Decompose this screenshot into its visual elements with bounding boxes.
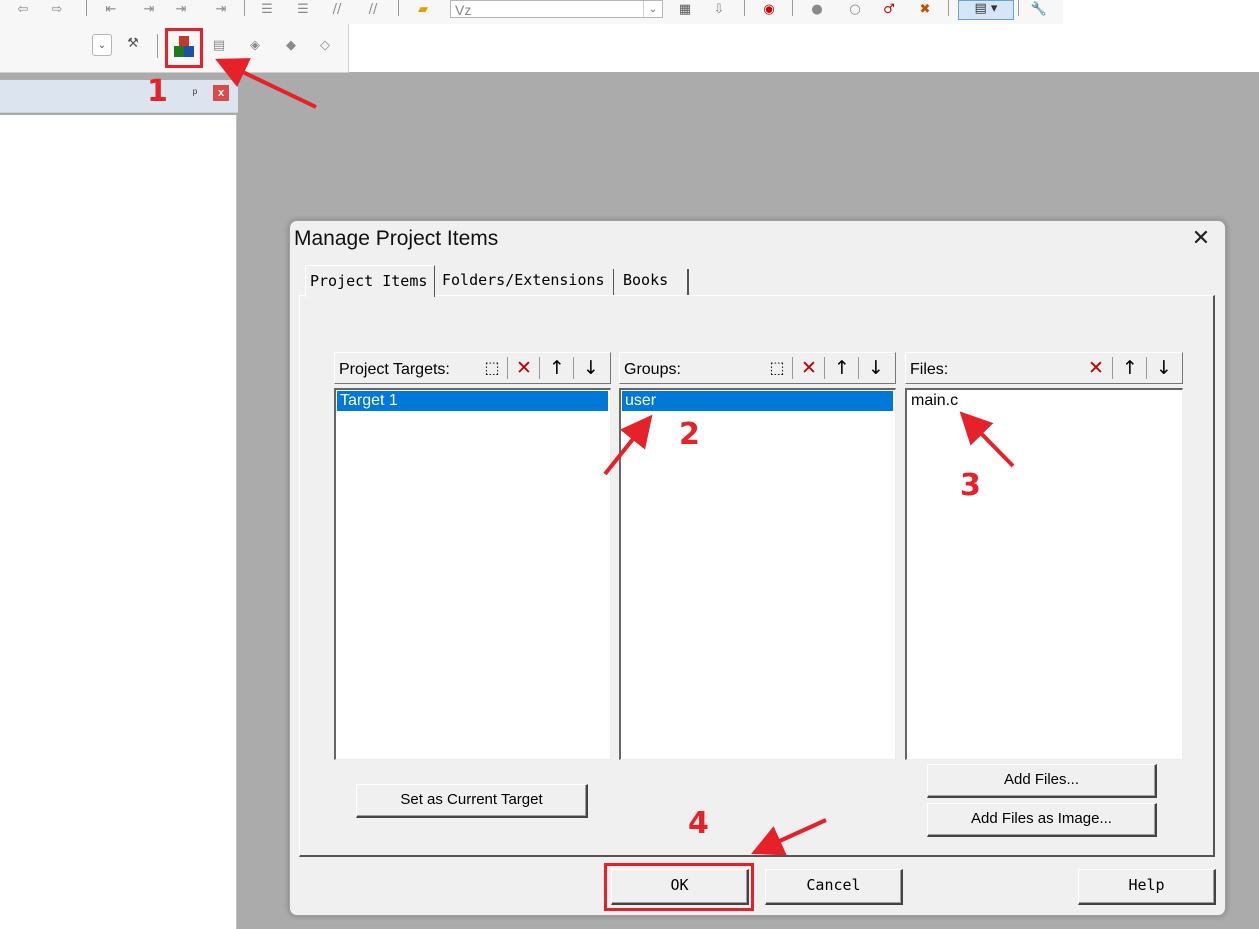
move-down-icon[interactable]: ↓ [1152, 356, 1176, 380]
step-number-2: 2 [679, 417, 700, 452]
help-button[interactable]: Help [1078, 869, 1216, 905]
debug-icon[interactable]: ◉ [760, 2, 778, 18]
breakpoint-icon[interactable]: ● [808, 2, 826, 18]
packs-installer-icon[interactable]: ◆ [282, 38, 300, 54]
add-files-as-image-button[interactable]: Add Files as Image... [927, 803, 1157, 837]
toolbar-blank [349, 24, 1063, 72]
manage-project-items-dialog: Manage Project Items ✕ Project Items Fol… [289, 220, 1226, 916]
download-icon[interactable]: ⇩ [710, 2, 728, 18]
move-up-icon[interactable]: ↑ [545, 356, 569, 380]
groups-header: Groups: ⬚ ✕ ↑ ↓ [619, 352, 896, 384]
header-separator [573, 357, 574, 379]
window-layout-icon[interactable]: ▤ ▾ [958, 0, 1014, 20]
header-separator [507, 357, 508, 379]
step-number-3: 3 [960, 468, 981, 503]
breakpoint-disable-icon[interactable]: ○ [846, 2, 864, 18]
close-icon[interactable]: ✕ [1189, 226, 1213, 250]
delete-icon[interactable]: ✕ [797, 356, 821, 380]
step-number-1: 1 [147, 74, 168, 109]
list-item[interactable]: user [622, 391, 893, 411]
project-panel-header [0, 80, 238, 113]
cancel-button[interactable]: Cancel [765, 869, 903, 905]
header-separator [824, 357, 825, 379]
bookmark-prev-icon[interactable]: ⇥ [172, 2, 190, 18]
header-separator [858, 357, 859, 379]
header-separator [792, 357, 793, 379]
list-item[interactable]: main.c [908, 391, 1108, 411]
groups-label: Groups: [624, 361, 681, 378]
bookmark-icon[interactable]: ⇥ [140, 2, 158, 18]
title-bar-blank [1063, 0, 1259, 72]
tab-folders-extensions[interactable]: Folders/Extensions [438, 269, 614, 295]
toolbar-separator [1018, 0, 1019, 16]
groups-list[interactable]: user [619, 388, 896, 760]
files-header: Files: ✕ ↑ ↓ [905, 352, 1183, 384]
header-separator [539, 357, 540, 379]
comment-icon[interactable]: // [328, 2, 346, 18]
new-item-icon[interactable]: ⬚ [480, 356, 504, 380]
dialog-title: Manage Project Items [294, 227, 499, 250]
manage-runtime-icon[interactable]: ◈ [246, 38, 264, 54]
project-targets-list[interactable]: Target 1 [334, 388, 611, 760]
toolbar-separator [948, 0, 949, 16]
toolbar-separator [157, 34, 158, 58]
bookmark-clear-icon[interactable]: ⇥ [212, 2, 230, 18]
delete-icon[interactable]: ✕ [512, 356, 536, 380]
project-panel-body [0, 115, 237, 929]
toolbar-separator [744, 0, 745, 16]
open-folder-icon[interactable]: ▰ [414, 2, 432, 18]
target-options-icon[interactable]: ⚒ [124, 36, 142, 52]
toolbar-separator [398, 0, 399, 16]
chevron-down-icon[interactable]: ⌄ [643, 1, 662, 17]
indent-lines-icon[interactable]: ☰ [294, 2, 312, 18]
build-target-combo-value: Vz [455, 2, 472, 18]
project-targets-label: Project Targets: [339, 361, 450, 378]
toolbar-separator [244, 0, 245, 16]
breakpoint-kill-icon[interactable]: ♂ [880, 2, 898, 18]
toolbar-separator [86, 0, 87, 16]
outdent-icon[interactable]: ☰ [258, 2, 276, 18]
toolbar-row-1: ⇦ ⇨ ⇤ ⇥ ⇥ ⇥ ☰ ☰ // // ▰ Vz ⌄ ▦ ⇩ ◉ ● ○ ♂… [0, 0, 1063, 25]
toolbar-separator [792, 0, 793, 16]
move-up-icon[interactable]: ↑ [1118, 356, 1142, 380]
build-target-combo[interactable]: Vz ⌄ [450, 0, 663, 18]
close-icon[interactable]: x [213, 85, 229, 101]
project-targets-header: Project Targets: ⬚ ✕ ↑ ↓ [334, 352, 611, 384]
move-down-icon[interactable]: ↓ [579, 356, 603, 380]
header-separator [1112, 357, 1113, 379]
manage-project-items-highlight [165, 28, 203, 68]
files-list[interactable]: main.c [905, 388, 1183, 760]
tab-project-items[interactable]: Project Items [305, 265, 435, 297]
move-up-icon[interactable]: ↑ [830, 356, 854, 380]
settings-icon[interactable]: 🔧 [1030, 2, 1048, 18]
ok-button-highlight [604, 863, 754, 911]
pin-icon[interactable]: ᵖ [188, 86, 202, 102]
arrow-left-icon[interactable]: ⇦ [14, 2, 32, 18]
delete-icon[interactable]: ✕ [1084, 356, 1108, 380]
list-item[interactable]: Target 1 [337, 391, 608, 411]
move-down-icon[interactable]: ↓ [864, 356, 888, 380]
find-in-files-icon[interactable]: ▦ [676, 2, 694, 18]
arrow-right-icon[interactable]: ⇨ [48, 2, 66, 18]
tab-books[interactable]: Books [619, 269, 689, 295]
step-number-4: 4 [688, 806, 709, 841]
pack-installer-icon[interactable]: ◇ [316, 38, 334, 54]
target-combo-dropdown[interactable]: ⌄ [92, 34, 112, 56]
new-item-icon[interactable]: ⬚ [765, 356, 789, 380]
select-packs-icon[interactable]: ▤ [210, 38, 228, 54]
add-files-button[interactable]: Add Files... [927, 764, 1157, 798]
uncomment-icon[interactable]: // [364, 2, 382, 18]
indent-icon[interactable]: ⇤ [102, 2, 120, 18]
files-label: Files: [910, 361, 949, 378]
set-as-current-target-button[interactable]: Set as Current Target [356, 784, 588, 818]
header-separator [1146, 357, 1147, 379]
breakpoint-clear-icon[interactable]: ✖ [916, 2, 934, 18]
